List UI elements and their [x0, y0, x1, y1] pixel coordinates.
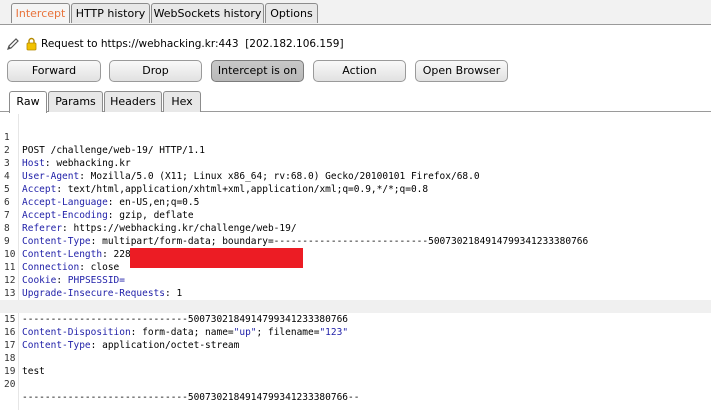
raw-request-editor[interactable]: 1 POST /challenge/web-19/ HTTP/1.1 2 Hos… [0, 114, 711, 410]
boundary-text: -----------------------------50073021849… [22, 392, 360, 403]
header-line-user-agent: 3 User-Agent: Mozilla/5.0 (X11; Linux x8… [4, 158, 480, 182]
proxy-tab-bar: Intercept HTTP history WebSockets histor… [0, 0, 711, 25]
part-content-type-line: 16 Content-Type: application/octet-strea… [4, 327, 240, 351]
tab-options[interactable]: Options [265, 3, 318, 23]
action-button[interactable]: Action [313, 60, 406, 82]
request-info-bar: Request to https://webhacking.kr:443 [20… [0, 33, 711, 55]
drop-button[interactable]: Drop [109, 60, 202, 82]
tab-raw[interactable]: Raw [9, 91, 47, 113]
intercept-toggle-button[interactable]: Intercept is on [211, 60, 304, 82]
tab-http-history[interactable]: HTTP history [71, 3, 150, 23]
empty-line: 13 [0, 274, 711, 299]
content-disposition-line: 15 Content-Disposition: form-data; name=… [0, 300, 711, 338]
closing-boundary-line: 20 -----------------------------50073021… [0, 365, 711, 403]
request-line: 1 POST /challenge/web-19/ HTTP/1.1 [0, 118, 711, 156]
header-line-referer: 7 Referer: https://webhacking.kr/challen… [4, 210, 297, 234]
header-line-cookie: 11 Cookie: PHPSESSID= [0, 248, 711, 286]
lock-icon [26, 37, 37, 51]
body-line: 18 test [0, 339, 711, 377]
empty-line: 19 [0, 352, 711, 377]
open-browser-button[interactable]: Open Browser [415, 60, 508, 82]
header-line-accept-encoding: 6 Accept-Encoding: gzip, deflate [4, 197, 194, 221]
pencil-icon[interactable] [6, 37, 20, 51]
header-line-accept-language: 5 Accept-Language: en-US,en;q=0.5 [4, 184, 200, 208]
header-line-accept: 4 Accept: text/html,application/xhtml+xm… [4, 171, 429, 195]
header-line-content-type: 8 Content-Type: multipart/form-data; bou… [4, 223, 589, 247]
tab-headers[interactable]: Headers [104, 91, 162, 112]
line-number: 20 [4, 379, 16, 390]
forward-button[interactable]: Forward [7, 60, 101, 82]
tab-intercept[interactable]: Intercept [11, 3, 70, 23]
request-target-text: Request to https://webhacking.kr:443 [20… [41, 38, 344, 50]
tab-websockets-history[interactable]: WebSockets history [151, 3, 264, 23]
tab-params[interactable]: Params [48, 91, 103, 112]
header-line-connection: 10 Connection: close [4, 249, 120, 273]
boundary-line: 14 -----------------------------50073021… [0, 287, 711, 325]
empty-line: 17 [0, 326, 711, 351]
header-line-host: 2 Host: webhacking.kr [4, 145, 131, 169]
header-line-upgrade-insecure-requests: 12 Upgrade-Insecure-Requests: 1 [4, 275, 183, 299]
tab-hex[interactable]: Hex [163, 91, 201, 112]
header-line-content-length: 9 Content-Length: 228 [4, 236, 131, 260]
